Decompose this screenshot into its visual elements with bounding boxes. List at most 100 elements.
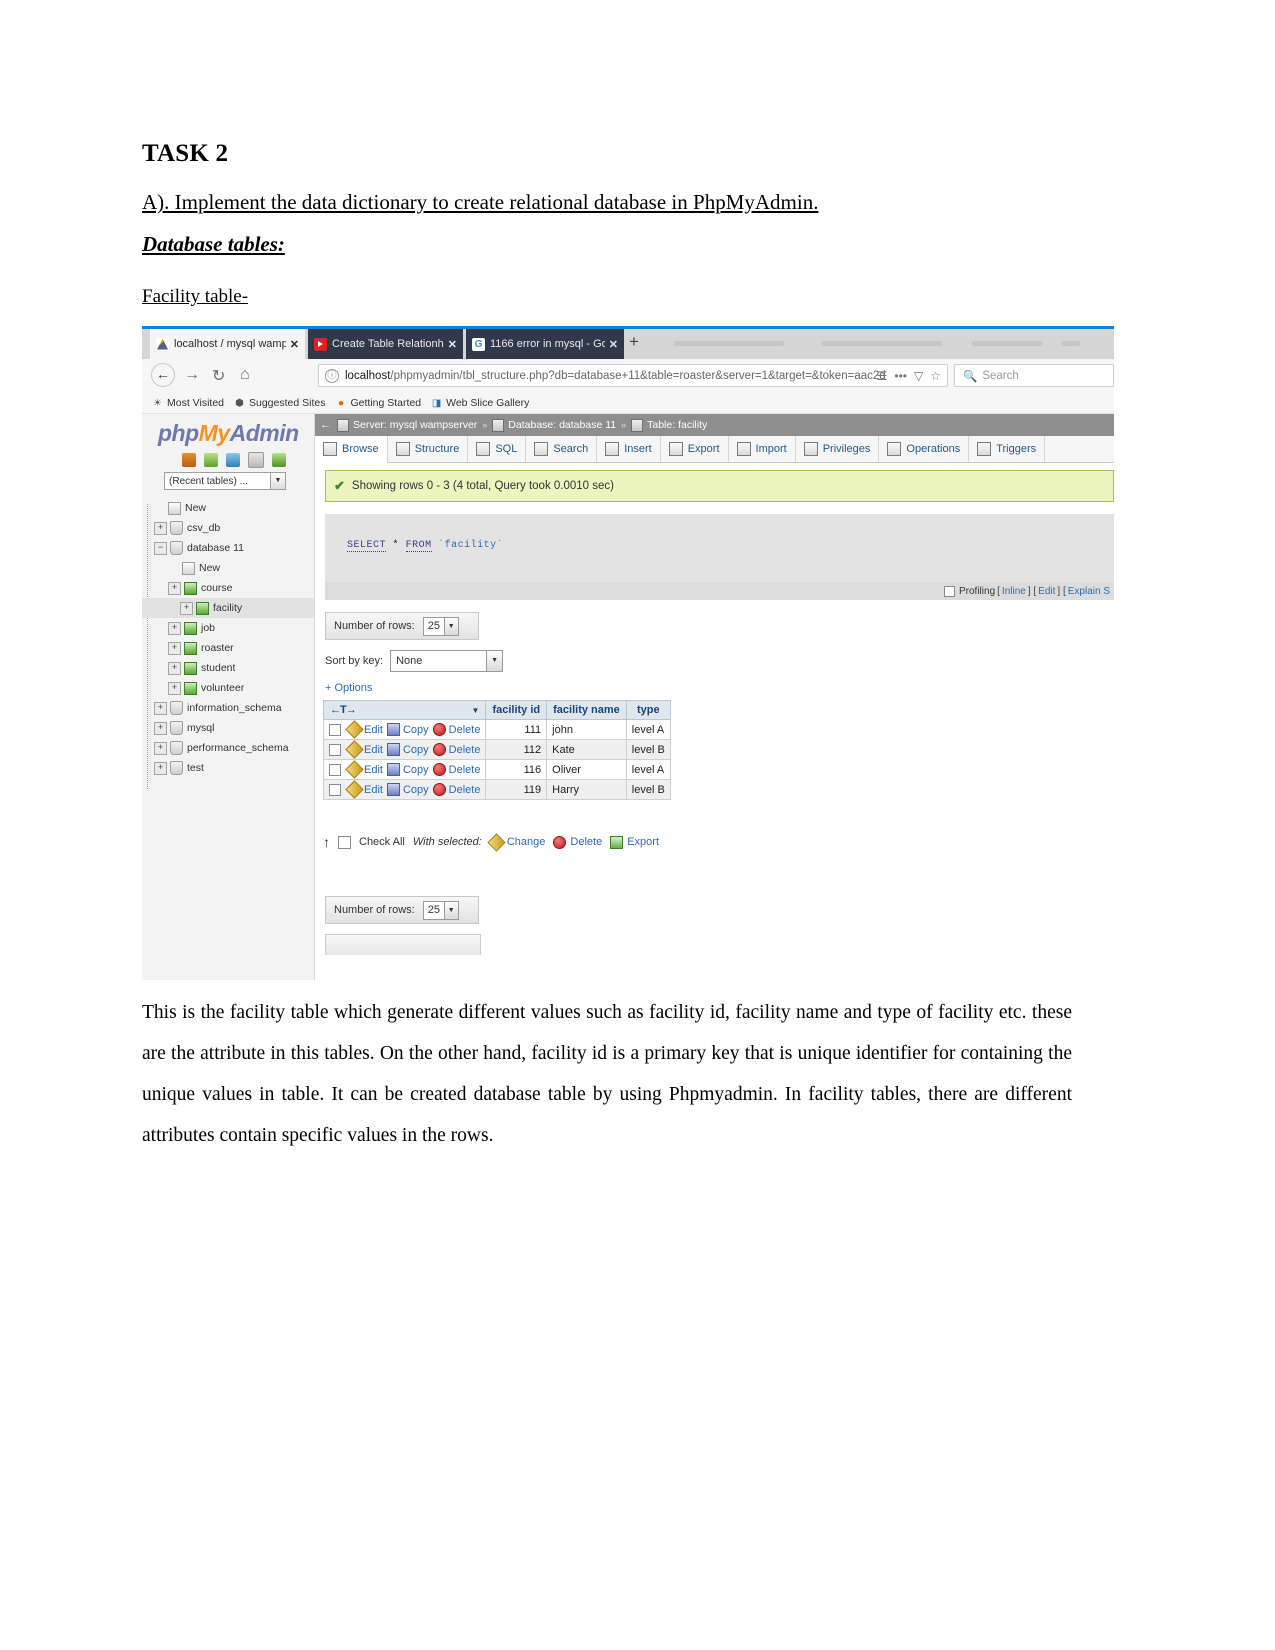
table-row[interactable]: Edit Copy Delete 111 john level A <box>322 719 671 740</box>
sort-direction-header[interactable]: ←T→ ▼ <box>322 700 487 720</box>
forward-button[interactable]: → <box>184 366 200 384</box>
inline-link[interactable]: Inline <box>1002 586 1026 597</box>
chevron-down-icon[interactable]: ▼ <box>443 617 458 635</box>
browser-tab-3[interactable]: G 1166 error in mysql - Google Se ✕ <box>466 329 624 359</box>
reader-mode-icon[interactable]: ☰ <box>877 369 888 383</box>
browser-tab-1[interactable]: localhost / mysql wampserver ✕ <box>150 329 305 359</box>
bookmark-suggested-sites[interactable]: ⬢ Suggested Sites <box>234 397 325 409</box>
chevron-down-icon[interactable]: ▼ <box>472 706 480 715</box>
recent-tables-select[interactable]: (Recent tables) ... ▼ <box>164 472 286 490</box>
home-button[interactable]: ⌂ <box>240 366 250 384</box>
tab-insert[interactable]: Insert <box>597 436 661 462</box>
tree-item-roaster[interactable]: + roaster <box>168 638 314 658</box>
back-arrow-icon[interactable]: ← <box>320 419 331 431</box>
docs-icon[interactable] <box>226 453 240 467</box>
expand-icon[interactable]: + <box>154 701 167 715</box>
browser-search-box[interactable]: 🔍 Search <box>954 364 1114 387</box>
tab-browse[interactable]: Browse <box>315 436 388 463</box>
tab-privileges[interactable]: Privileges <box>796 436 880 462</box>
bookmark-star-icon[interactable]: ☆ <box>930 369 941 383</box>
tree-item-student[interactable]: + student <box>168 658 314 678</box>
check-all-checkbox[interactable] <box>338 835 351 849</box>
row-checkbox[interactable] <box>329 763 341 776</box>
tree-item-new-table[interactable]: New <box>168 558 314 578</box>
expand-icon[interactable]: + <box>168 581 181 595</box>
select-all-arrow-icon[interactable]: ↑ <box>323 834 330 850</box>
chevron-down-icon[interactable]: ▼ <box>443 901 458 919</box>
sql-query-text[interactable]: SELECT * FROM `facility` <box>347 540 503 552</box>
row-checkbox[interactable] <box>329 743 341 756</box>
table-row[interactable]: Edit Copy Delete 112 Kate level B <box>322 739 671 760</box>
options-toggle-link[interactable]: + Options <box>325 682 372 694</box>
tree-item-database-11[interactable]: − database 11 <box>154 538 314 558</box>
back-button[interactable]: ← <box>151 363 175 387</box>
check-all-label[interactable]: Check All <box>359 836 405 848</box>
column-header-facility-id[interactable]: facility id <box>485 700 548 720</box>
page-info-icon[interactable]: ⓘ <box>325 368 339 383</box>
export-button[interactable]: Export <box>610 835 659 849</box>
breadcrumb-table[interactable]: Table: facility <box>647 419 707 431</box>
home-icon[interactable] <box>182 453 196 467</box>
expand-icon[interactable]: + <box>154 761 167 775</box>
breadcrumb-database[interactable]: Database: database 11 <box>508 419 616 431</box>
explain-link[interactable]: Explain S <box>1068 586 1110 597</box>
column-header-type[interactable]: type <box>625 700 671 720</box>
expand-icon[interactable]: + <box>168 621 181 635</box>
close-icon[interactable]: ✕ <box>448 338 457 351</box>
expand-icon[interactable]: + <box>154 741 167 755</box>
change-button[interactable]: Change <box>487 832 545 852</box>
logout-icon[interactable] <box>204 453 218 467</box>
expand-icon[interactable]: + <box>180 601 193 615</box>
edit-link[interactable]: Edit <box>1038 586 1055 597</box>
close-icon[interactable]: ✕ <box>609 338 618 351</box>
page-icon[interactable] <box>248 452 264 468</box>
number-of-rows-select-top[interactable]: 25 ▼ <box>422 616 459 636</box>
number-of-rows-select-bottom[interactable]: 25 ▼ <box>422 900 459 920</box>
phpmyadmin-logo[interactable]: phpMyAdmin <box>158 420 299 447</box>
bookmark-getting-started[interactable]: ● Getting Started <box>335 397 421 409</box>
tree-item-csv-db[interactable]: + csv_db <box>154 518 314 538</box>
bookmark-web-slice-gallery[interactable]: ◨ Web Slice Gallery <box>431 397 530 409</box>
row-checkbox[interactable] <box>329 723 341 736</box>
page-actions-icon[interactable]: ••• <box>894 369 907 383</box>
delete-button[interactable]: Delete <box>553 835 602 849</box>
tab-sql[interactable]: SQL <box>468 436 527 462</box>
expand-icon[interactable]: + <box>168 661 181 675</box>
column-header-facility-name[interactable]: facility name <box>546 700 627 720</box>
tab-structure[interactable]: Structure <box>388 436 469 462</box>
tree-item-mysql[interactable]: + mysql <box>154 718 314 738</box>
tab-operations[interactable]: Operations <box>879 436 970 462</box>
new-tab-button[interactable]: + <box>629 333 639 350</box>
expand-icon[interactable]: + <box>154 521 167 535</box>
expand-icon[interactable]: + <box>168 681 181 695</box>
browser-tab-2[interactable]: Create Table Relationhips in M ✕ <box>308 329 463 359</box>
collapse-icon[interactable]: − <box>154 541 167 555</box>
tree-item-new-root[interactable]: New <box>154 498 314 518</box>
refresh-icon[interactable] <box>272 453 286 467</box>
chevron-down-icon[interactable]: ▼ <box>270 473 285 489</box>
close-icon[interactable]: ✕ <box>290 338 299 351</box>
tab-export[interactable]: Export <box>661 436 729 462</box>
tree-item-test[interactable]: + test <box>154 758 314 778</box>
tree-item-performance-schema[interactable]: + performance_schema <box>154 738 314 758</box>
row-checkbox[interactable] <box>329 783 341 796</box>
table-row[interactable]: Edit Copy Delete 119 Harry level B <box>322 779 671 800</box>
tab-import[interactable]: Import <box>729 436 796 462</box>
bookmark-most-visited[interactable]: ☀ Most Visited <box>152 397 224 409</box>
sort-by-key-select[interactable]: None ▼ <box>390 650 504 672</box>
shield-icon[interactable]: ▽ <box>914 369 923 383</box>
tab-search[interactable]: Search <box>526 436 598 462</box>
tab-triggers[interactable]: Triggers <box>969 436 1046 462</box>
profiling-checkbox[interactable] <box>944 585 955 597</box>
expand-icon[interactable]: + <box>168 641 181 655</box>
tree-item-course[interactable]: + course <box>168 578 314 598</box>
tree-item-facility[interactable]: + facility <box>142 598 314 618</box>
table-row[interactable]: Edit Copy Delete 116 Oliver level A <box>322 759 671 780</box>
tree-item-information-schema[interactable]: + information_schema <box>154 698 314 718</box>
tree-item-job[interactable]: + job <box>168 618 314 638</box>
address-bar[interactable]: ⓘ localhost/phpmyadmin/tbl_structure.php… <box>318 364 948 387</box>
breadcrumb-server[interactable]: Server: mysql wampserver <box>353 419 477 431</box>
expand-icon[interactable]: + <box>154 721 167 735</box>
tree-item-volunteer[interactable]: + volunteer <box>168 678 314 698</box>
reload-button[interactable]: ↻ <box>212 366 225 386</box>
